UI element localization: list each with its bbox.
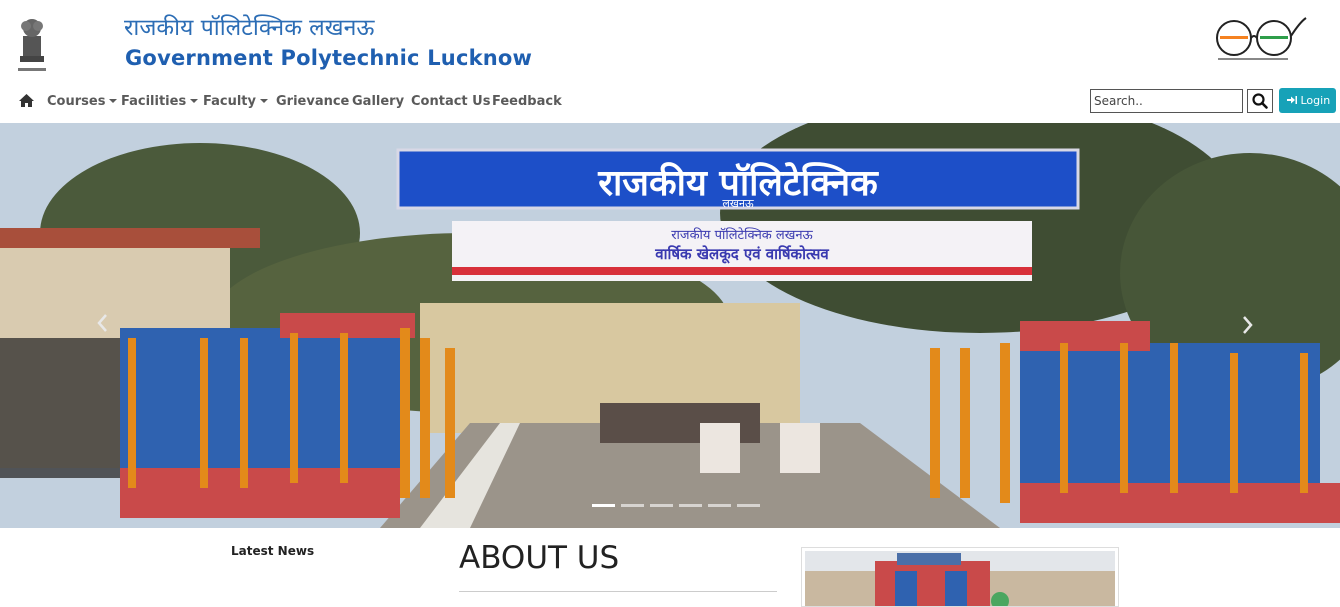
search-button[interactable] — [1247, 89, 1273, 113]
chevron-down-icon — [260, 99, 268, 103]
nav-gallery[interactable]: Gallery — [352, 94, 404, 109]
carousel-indicator[interactable] — [708, 504, 731, 507]
site-header: राजकीय पॉलिटेक्निक लखनऊ Government Polyt… — [0, 0, 1340, 80]
carousel-indicator[interactable] — [592, 504, 615, 507]
about-us-heading: ABOUT US — [459, 540, 620, 576]
site-title-english: Government Polytechnic Lucknow — [125, 46, 533, 70]
about-divider — [459, 591, 777, 592]
carousel-slide-image: राजकीय पॉलिटेक्निक लखनऊ राजकीय पॉलिटेक्न… — [0, 123, 1340, 528]
carousel-indicator[interactable] — [737, 504, 760, 507]
nav-courses[interactable]: Courses — [47, 94, 118, 109]
login-label: Login — [1300, 94, 1331, 107]
nav-facilities[interactable]: Facilities — [121, 94, 199, 109]
banner-cloth-line1: राजकीय पॉलिटेक्निक लखनऊ — [671, 227, 813, 243]
nav-contact-us[interactable]: Contact Us — [411, 94, 490, 109]
latest-news-heading: Latest News — [231, 544, 315, 558]
carousel-indicator[interactable] — [650, 504, 673, 507]
about-photo — [805, 551, 1115, 606]
search-input[interactable] — [1090, 89, 1243, 113]
nav-grievance[interactable]: Grievance — [276, 94, 349, 109]
chevron-down-icon — [109, 99, 118, 103]
nav-feedback[interactable]: Feedback — [492, 94, 562, 109]
nav-faculty[interactable]: Faculty — [203, 94, 268, 109]
home-icon[interactable] — [18, 93, 35, 108]
swachh-bharat-logo-icon — [1216, 17, 1307, 60]
national-emblem-icon — [18, 19, 46, 71]
login-button[interactable]: Login — [1279, 88, 1336, 113]
banner-cloth-line2: वार्षिक खेलकूद एवं वार्षिकोत्सव — [654, 245, 829, 264]
carousel-indicator[interactable] — [621, 504, 644, 507]
carousel-next-icon[interactable] — [1242, 315, 1254, 335]
hero-carousel[interactable]: राजकीय पॉलिटेक्निक लखनऊ राजकीय पॉलिटेक्न… — [0, 123, 1340, 528]
carousel-indicator[interactable] — [679, 504, 702, 507]
nav-courses-label: Courses — [47, 94, 106, 109]
site-title-hindi: राजकीय पॉलिटेक्निक लखनऊ — [124, 15, 375, 41]
banner-sub-text: लखनऊ — [722, 197, 754, 210]
nav-faculty-label: Faculty — [203, 94, 256, 109]
search-icon — [1252, 93, 1268, 109]
nav-facilities-label: Facilities — [121, 94, 187, 109]
carousel-prev-icon[interactable] — [96, 313, 108, 333]
sign-in-icon — [1287, 96, 1297, 104]
chevron-down-icon — [190, 99, 199, 103]
